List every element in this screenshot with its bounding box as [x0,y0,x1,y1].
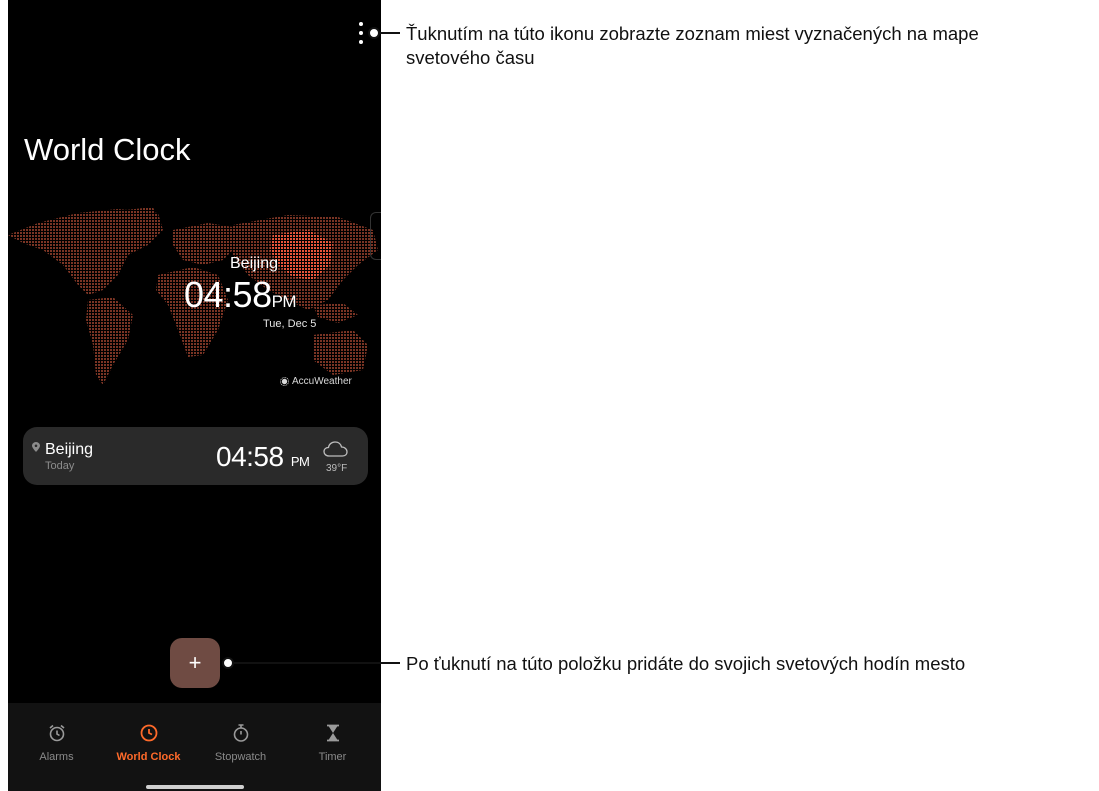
weather-provider: AccuWeather [280,376,352,387]
home-indicator[interactable] [146,785,244,789]
nav-label-stopwatch: Stopwatch [214,751,267,763]
nav-label-alarms: Alarms [39,751,74,763]
sun-icon [280,377,289,386]
callout-line-add [234,662,400,664]
phone-screen: World Clock Beijing 04:58PM Tue, Dec 5 A… [8,0,381,791]
page-title: World Clock [24,132,191,167]
clock-icon [140,724,158,742]
nav-label-timer: Timer [318,751,347,763]
bottom-navigation: Alarms World Clock Stopwatch Timer [8,703,381,791]
map-date: Tue, Dec 5 [263,318,317,330]
callout-line-menu [380,32,400,34]
card-city-name: Beijing [45,441,94,458]
location-pin-icon [32,442,40,452]
card-temperature: 39°F [326,463,348,474]
cloud-icon [323,441,348,457]
card-time: 04:58 PM [216,441,310,473]
nav-item-timer[interactable]: Timer [286,703,379,773]
add-city-button[interactable]: + [170,638,220,688]
alarm-clock-icon [49,724,65,742]
hourglass-icon [327,724,339,742]
map-time: 04:58PM [184,274,297,316]
card-time-ampm: PM [290,454,310,469]
map-time-ampm: PM [271,292,297,311]
card-day-label: Today [45,460,75,472]
city-card[interactable]: Beijing Today 04:58 PM 39°F [23,427,368,485]
stopwatch-icon [233,724,249,742]
nav-item-alarms[interactable]: Alarms [10,703,103,773]
callout-text-add: Po ťuknutí na túto položku pridáte do sv… [406,653,966,674]
map-city-label: Beijing [230,255,279,272]
nav-item-world-clock[interactable]: World Clock [102,703,195,773]
callout-marker-menu [368,27,380,39]
more-options-icon[interactable] [353,22,369,44]
card-time-value: 04:58 [216,441,284,472]
callout-text-menu: Ťuknutím na túto ikonu zobrazte zoznam m… [406,23,979,68]
nav-item-stopwatch[interactable]: Stopwatch [194,703,287,773]
weather-provider-label: AccuWeather [292,376,352,387]
map-time-value: 04:58 [184,274,272,315]
callout-marker-add [222,657,234,669]
nav-label-world-clock: World Clock [116,751,181,763]
